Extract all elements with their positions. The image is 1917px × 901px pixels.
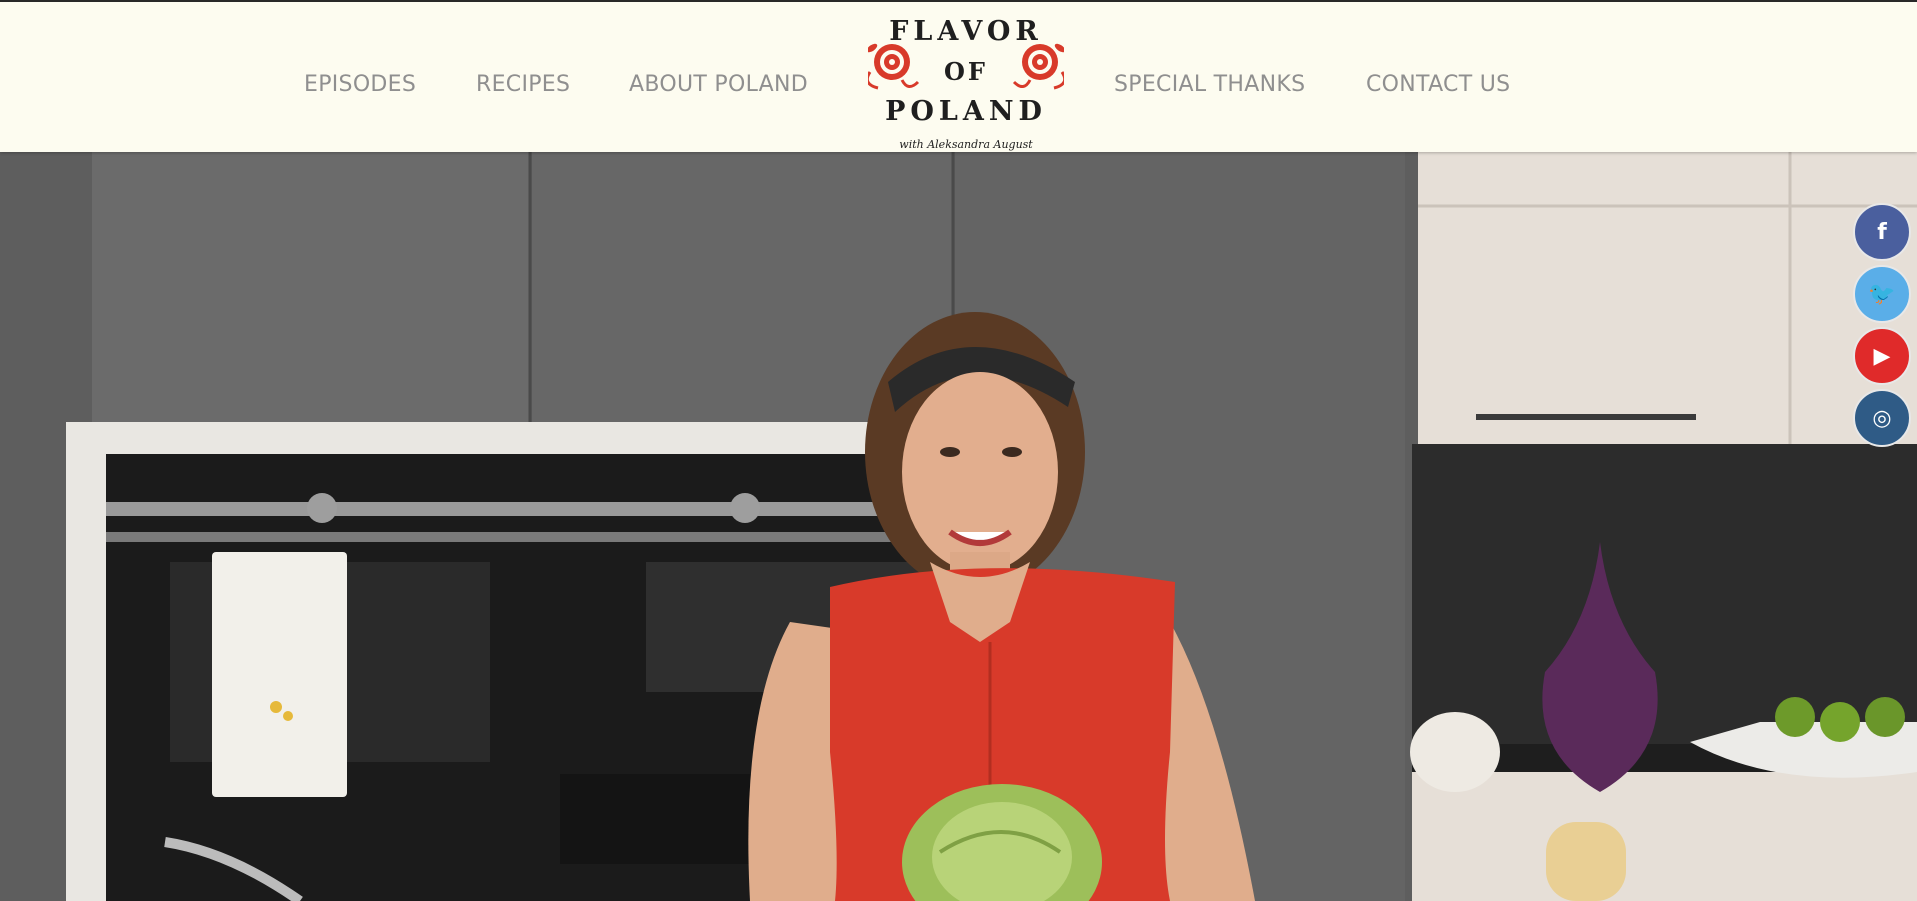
nav-contact-us[interactable]: CONTACT US xyxy=(1366,72,1510,97)
logo-line-3: POLAND xyxy=(885,96,1047,127)
flavor-of-poland-logo[interactable]: FLAVOR OF POLAND with Aleksandra August xyxy=(868,10,1064,156)
social-links: f 🐦 ▶ ◎ xyxy=(1853,203,1913,451)
nav-special-thanks[interactable]: SPECIAL THANKS xyxy=(1114,72,1305,97)
instagram-icon[interactable]: ◎ xyxy=(1853,389,1911,447)
logo-line-2: OF xyxy=(944,57,988,86)
nav-recipes[interactable]: RECIPES xyxy=(476,72,570,97)
site-header: EPISODES RECIPES ABOUT POLAND FLAVOR OF … xyxy=(0,2,1917,152)
kitchen-host-photo xyxy=(0,152,1917,901)
youtube-icon[interactable]: ▶ xyxy=(1853,327,1911,385)
hero-image xyxy=(0,152,1917,901)
logo-line-1: FLAVOR xyxy=(889,16,1043,47)
nav-episodes[interactable]: EPISODES xyxy=(304,72,416,97)
logo-tagline: with Aleksandra August xyxy=(899,138,1033,151)
facebook-icon[interactable]: f xyxy=(1853,203,1911,261)
twitter-icon[interactable]: 🐦 xyxy=(1853,265,1911,323)
nav-about-poland[interactable]: ABOUT POLAND xyxy=(629,72,808,97)
